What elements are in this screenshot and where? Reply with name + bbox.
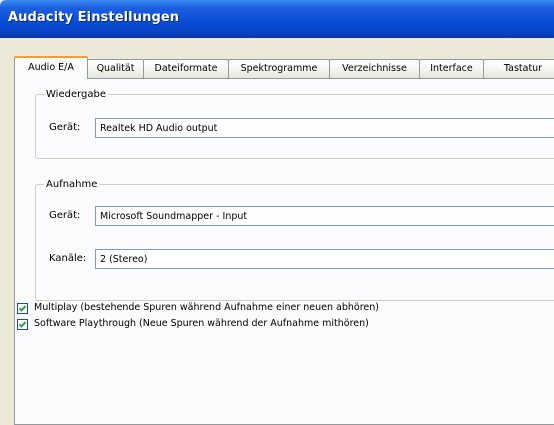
audio-io-panel: Wiedergabe Gerät: Realtek HD Audio outpu… [14,78,554,425]
tab-strip: Audio E/A Qualität Dateiformate Spektrog… [14,56,554,79]
checkmark-icon [18,321,27,328]
recording-device-select[interactable]: Microsoft Soundmapper - Input [95,206,554,226]
tab-file-formats[interactable]: Dateiformate [143,59,229,78]
tab-audio-io[interactable]: Audio E/A [14,56,88,79]
tab-keyboard[interactable]: Tastatur [483,59,554,78]
preferences-window: Audacity Einstellungen Audio E/A Qualitä… [0,0,554,425]
checkmark-icon [18,305,27,312]
channels-select[interactable]: 2 (Stereo) [95,249,554,269]
dialog-body: Audio E/A Qualität Dateiformate Spektrog… [0,38,554,425]
tab-directories[interactable]: Verzeichnisse [329,59,420,78]
tab-spectrograms[interactable]: Spektrogramme [228,59,330,78]
window-title: Audacity Einstellungen [8,10,180,25]
playthrough-label: Software Playthrough (Neue Spuren währen… [34,318,369,329]
channels-label: Kanäle: [49,253,87,264]
tab-quality[interactable]: Qualität [87,59,144,78]
multiplay-checkbox[interactable] [17,303,28,314]
recording-group: Aufnahme [35,179,554,301]
playback-device-select[interactable]: Realtek HD Audio output [95,118,554,138]
recording-device-label: Gerät: [49,210,81,221]
recording-group-label: Aufnahme [46,179,98,190]
playback-group-label: Wiedergabe [46,89,107,100]
multiplay-label: Multiplay (bestehende Spuren während Auf… [34,302,379,313]
title-bar[interactable]: Audacity Einstellungen [0,0,554,38]
playthrough-checkbox[interactable] [17,319,28,330]
playback-device-label: Gerät: [49,122,81,133]
tab-interface[interactable]: Interface [419,59,484,78]
